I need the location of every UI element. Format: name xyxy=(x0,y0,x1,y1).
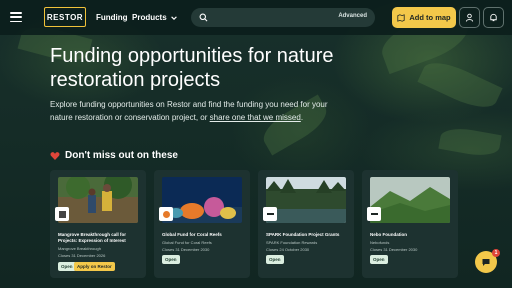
restor-logo[interactable]: RESTOR xyxy=(44,7,86,27)
add-to-map-button[interactable]: Add to map xyxy=(392,7,456,28)
hero-description-end: . xyxy=(300,112,304,122)
card-title: Mangrove Breakthrough call for Projects:… xyxy=(58,232,127,243)
heart-icon xyxy=(50,151,60,160)
status-badge: Open xyxy=(162,255,180,264)
organization-logo xyxy=(55,207,69,221)
funding-card[interactable]: Nebo Foundation Nebofunds Closes 31 Dece… xyxy=(362,170,458,278)
card-closing-date: Closes 31 December 2030 xyxy=(370,247,418,252)
funding-card[interactable]: Global Fund for Coral Reefs Global Fund … xyxy=(154,170,250,278)
user-icon xyxy=(465,13,474,22)
nav-products[interactable]: Products xyxy=(132,13,178,22)
menu-icon[interactable] xyxy=(10,12,22,22)
mangrove-photo xyxy=(58,177,138,223)
nav-products-label: Products xyxy=(132,13,167,22)
card-closing-date: Closes 31 December 2030 xyxy=(162,247,210,252)
status-badge: Open xyxy=(58,262,76,271)
card-image xyxy=(58,177,138,223)
section-heading: Don't miss out on these xyxy=(50,150,178,161)
card-title: Nebo Foundation xyxy=(370,232,407,237)
page-title: Funding opportunities for nature restora… xyxy=(50,45,334,91)
card-image xyxy=(162,177,242,223)
mountain-valley-photo xyxy=(370,177,450,223)
status-badge: Open xyxy=(370,255,388,264)
card-organization: Global Fund for Coral Reefs xyxy=(162,240,212,245)
card-organization: SPARK Foundation Rewards xyxy=(266,240,318,245)
search-icon xyxy=(199,13,208,22)
card-organization: Mangrove Breakthrough xyxy=(58,246,101,251)
card-closing-date: Closes 24 October 2030 xyxy=(266,247,310,252)
hero-description: Explore funding opportunities on Restor … xyxy=(50,99,340,124)
organization-logo xyxy=(159,207,173,221)
notifications-button[interactable] xyxy=(483,7,504,28)
card-organization: Nebofunds xyxy=(370,240,390,245)
share-opportunity-link[interactable]: share one that we missed xyxy=(210,113,301,122)
status-badge: Open xyxy=(266,255,284,264)
card-image xyxy=(266,177,346,223)
search-input[interactable]: Advanced xyxy=(191,8,375,27)
bell-icon xyxy=(490,13,497,22)
coral-reef-photo xyxy=(162,177,242,223)
card-closing-date: Closes 31 December 2026 xyxy=(58,253,106,258)
nav-funding[interactable]: Funding xyxy=(96,13,128,22)
forest-lake-photo xyxy=(266,177,346,223)
notification-badge: 1 xyxy=(492,249,500,257)
section-heading-label: Don't miss out on these xyxy=(65,150,178,161)
chevron-down-icon xyxy=(170,15,177,20)
funding-card[interactable]: SPARK Foundation Project Grants SPARK Fo… xyxy=(258,170,354,278)
add-to-map-label: Add to map xyxy=(409,13,451,22)
funding-card[interactable]: Mangrove Breakthrough call for Projects:… xyxy=(50,170,146,278)
user-button[interactable] xyxy=(459,7,480,28)
apply-on-restor-button[interactable]: Apply on Restor xyxy=(74,262,115,271)
chat-icon xyxy=(482,259,490,266)
top-navbar: RESTOR Funding Products Advanced Add to … xyxy=(0,0,512,35)
card-image xyxy=(370,177,450,223)
organization-logo xyxy=(263,207,277,221)
advanced-search-link[interactable]: Advanced xyxy=(338,13,367,19)
map-icon xyxy=(397,13,405,22)
card-title: Global Fund for Coral Reefs xyxy=(162,232,222,237)
organization-logo xyxy=(367,207,381,221)
card-title: SPARK Foundation Project Grants xyxy=(266,232,340,237)
